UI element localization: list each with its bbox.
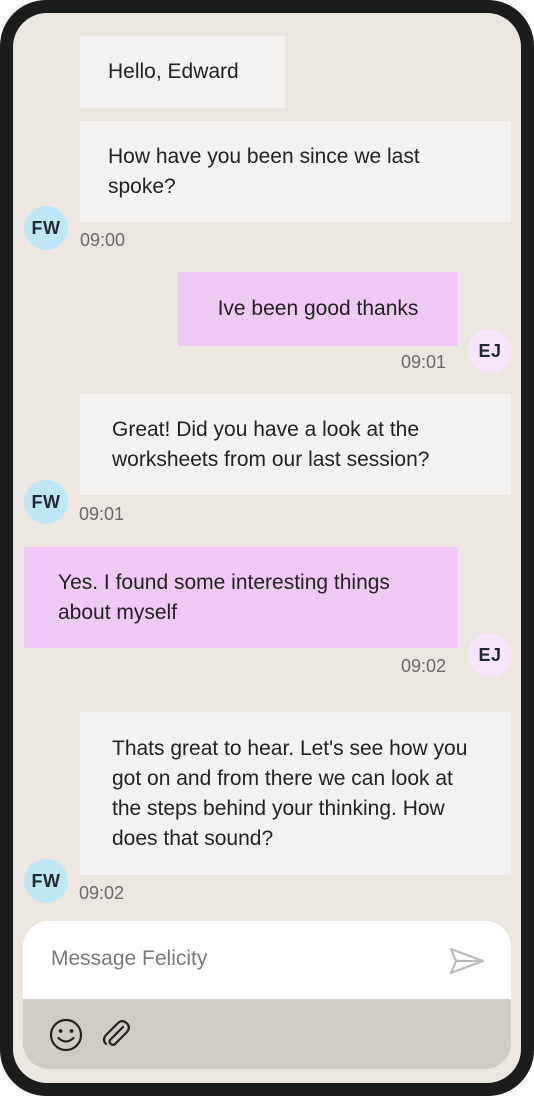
avatar-fw[interactable]: FW: [24, 480, 68, 524]
avatar-fw[interactable]: FW: [24, 206, 68, 250]
composer-toolbar: [23, 999, 511, 1069]
message-incoming: Hello, Edward: [80, 36, 285, 108]
message-timestamp: 09:00: [80, 230, 126, 250]
message-timestamp: 09:02: [401, 656, 447, 676]
message-outgoing: Ive been good thanks: [178, 272, 458, 346]
message-placeholder: Message Felicity: [51, 947, 208, 970]
avatar-ej[interactable]: EJ: [468, 329, 512, 373]
send-icon[interactable]: [449, 947, 485, 975]
message-text: Great! Did you have a look at the worksh…: [112, 417, 430, 471]
message-text: Yes. I found some interesting things abo…: [58, 570, 390, 624]
message-text: Thats great to hear. Let's see how you g…: [112, 736, 468, 850]
avatar-ej[interactable]: EJ: [468, 633, 512, 677]
message-text: Ive been good thanks: [217, 297, 419, 320]
message-incoming: Great! Did you have a look at the worksh…: [80, 394, 511, 495]
message-outgoing: Yes. I found some interesting things abo…: [24, 547, 458, 648]
emoji-icon[interactable]: [49, 1018, 83, 1052]
message-composer: Message Felicity: [23, 921, 511, 1069]
message-input[interactable]: Message Felicity: [23, 921, 511, 999]
message-timestamp: 09:01: [79, 504, 125, 524]
paperclip-icon[interactable]: [99, 1018, 131, 1050]
message-incoming: Thats great to hear. Let's see how you g…: [80, 712, 511, 875]
message-incoming: How have you been since we last spoke?: [80, 121, 511, 222]
chat-screen: Hello, Edward How have you been since we…: [13, 13, 521, 1083]
message-text: How have you been since we last spoke?: [108, 144, 420, 198]
avatar-fw[interactable]: FW: [24, 859, 68, 903]
message-text: Hello, Edward: [108, 60, 239, 83]
message-timestamp: 09:02: [79, 883, 125, 903]
message-timestamp: 09:01: [401, 352, 447, 372]
phone-frame: Hello, Edward How have you been since we…: [0, 0, 534, 1096]
